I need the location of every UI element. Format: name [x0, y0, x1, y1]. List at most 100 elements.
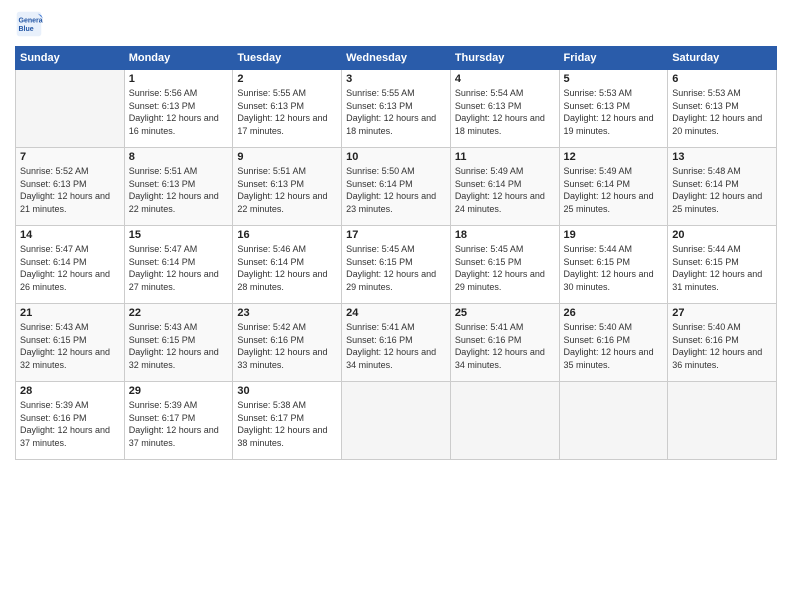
calendar-week-row: 14 Sunrise: 5:47 AMSunset: 6:14 PMDayligh… [16, 226, 777, 304]
calendar-week-row: 1 Sunrise: 5:56 AMSunset: 6:13 PMDaylight… [16, 70, 777, 148]
cell-info: Sunrise: 5:45 AMSunset: 6:15 PMDaylight:… [455, 243, 555, 293]
day-number: 10 [346, 151, 446, 163]
cell-info: Sunrise: 5:39 AMSunset: 6:16 PMDaylight:… [20, 399, 120, 449]
cell-info: Sunrise: 5:53 AMSunset: 6:13 PMDaylight:… [672, 87, 772, 137]
cell-info: Sunrise: 5:50 AMSunset: 6:14 PMDaylight:… [346, 165, 446, 215]
day-number: 24 [346, 307, 446, 319]
cell-info: Sunrise: 5:47 AMSunset: 6:14 PMDaylight:… [20, 243, 120, 293]
calendar-cell [559, 382, 668, 460]
calendar-cell: 22 Sunrise: 5:43 AMSunset: 6:15 PMDayligh… [124, 304, 233, 382]
cell-info: Sunrise: 5:44 AMSunset: 6:15 PMDaylight:… [672, 243, 772, 293]
calendar-cell: 3 Sunrise: 5:55 AMSunset: 6:13 PMDaylight… [342, 70, 451, 148]
calendar-cell: 8 Sunrise: 5:51 AMSunset: 6:13 PMDaylight… [124, 148, 233, 226]
day-number: 16 [237, 229, 337, 241]
calendar-cell: 16Sunrise: 5:46 AMSunset: 6:14 PMDayligh… [233, 226, 342, 304]
calendar-cell: 21 Sunrise: 5:43 AMSunset: 6:15 PMDayligh… [16, 304, 125, 382]
day-number: 19 [564, 229, 664, 241]
weekday-header: Sunday [16, 47, 125, 70]
page: General Blue SundayMondayTuesdayWednesda… [0, 0, 792, 612]
weekday-header: Saturday [668, 47, 777, 70]
day-number: 17 [346, 229, 446, 241]
day-number: 15 [129, 229, 229, 241]
cell-info: Sunrise: 5:48 AMSunset: 6:14 PMDaylight:… [672, 165, 772, 215]
header: General Blue [15, 10, 777, 38]
day-number: 4 [455, 73, 555, 85]
cell-info: Sunrise: 5:44 AMSunset: 6:15 PMDaylight:… [564, 243, 664, 293]
cell-info: Sunrise: 5:47 AMSunset: 6:14 PMDaylight:… [129, 243, 229, 293]
day-number: 5 [564, 73, 664, 85]
cell-info: Sunrise: 5:53 AMSunset: 6:13 PMDaylight:… [564, 87, 664, 137]
calendar-cell: 4 Sunrise: 5:54 AMSunset: 6:13 PMDaylight… [450, 70, 559, 148]
day-number: 22 [129, 307, 229, 319]
day-number: 21 [20, 307, 120, 319]
calendar-cell: 1 Sunrise: 5:56 AMSunset: 6:13 PMDaylight… [124, 70, 233, 148]
day-number: 2 [237, 73, 337, 85]
calendar-cell: 17Sunrise: 5:45 AMSunset: 6:15 PMDayligh… [342, 226, 451, 304]
calendar-cell: 10 Sunrise: 5:50 AMSunset: 6:14 PMDayligh… [342, 148, 451, 226]
calendar-table: SundayMondayTuesdayWednesdayThursdayFrid… [15, 46, 777, 460]
calendar-cell [342, 382, 451, 460]
day-number: 13 [672, 151, 772, 163]
calendar-cell: 30 Sunrise: 5:38 AMSunset: 6:17 PMDayligh… [233, 382, 342, 460]
day-number: 20 [672, 229, 772, 241]
day-number: 26 [564, 307, 664, 319]
weekday-header: Monday [124, 47, 233, 70]
day-number: 7 [20, 151, 120, 163]
calendar-cell: 27Sunrise: 5:40 AMSunset: 6:16 PMDayligh… [668, 304, 777, 382]
svg-text:General: General [19, 17, 44, 24]
day-number: 12 [564, 151, 664, 163]
calendar-week-row: 21 Sunrise: 5:43 AMSunset: 6:15 PMDayligh… [16, 304, 777, 382]
calendar-cell: 29 Sunrise: 5:39 AMSunset: 6:17 PMDayligh… [124, 382, 233, 460]
calendar-cell: 15 Sunrise: 5:47 AMSunset: 6:14 PMDayligh… [124, 226, 233, 304]
calendar-cell: 18 Sunrise: 5:45 AMSunset: 6:15 PMDayligh… [450, 226, 559, 304]
cell-info: Sunrise: 5:42 AMSunset: 6:16 PMDaylight:… [237, 321, 337, 371]
day-number: 30 [237, 385, 337, 397]
day-number: 9 [237, 151, 337, 163]
calendar-cell: 25Sunrise: 5:41 AMSunset: 6:16 PMDayligh… [450, 304, 559, 382]
calendar-cell: 23 Sunrise: 5:42 AMSunset: 6:16 PMDayligh… [233, 304, 342, 382]
calendar-cell [450, 382, 559, 460]
cell-info: Sunrise: 5:51 AMSunset: 6:13 PMDaylight:… [129, 165, 229, 215]
calendar-cell: 5 Sunrise: 5:53 AMSunset: 6:13 PMDaylight… [559, 70, 668, 148]
cell-info: Sunrise: 5:55 AMSunset: 6:13 PMDaylight:… [346, 87, 446, 137]
weekday-header: Friday [559, 47, 668, 70]
logo-icon: General Blue [15, 10, 43, 38]
day-number: 8 [129, 151, 229, 163]
logo: General Blue [15, 10, 47, 38]
calendar-cell: 2Sunrise: 5:55 AMSunset: 6:13 PMDaylight… [233, 70, 342, 148]
calendar-cell: 26Sunrise: 5:40 AMSunset: 6:16 PMDayligh… [559, 304, 668, 382]
calendar-header: SundayMondayTuesdayWednesdayThursdayFrid… [16, 47, 777, 70]
cell-info: Sunrise: 5:51 AMSunset: 6:13 PMDaylight:… [237, 165, 337, 215]
cell-info: Sunrise: 5:52 AMSunset: 6:13 PMDaylight:… [20, 165, 120, 215]
calendar-cell: 14 Sunrise: 5:47 AMSunset: 6:14 PMDayligh… [16, 226, 125, 304]
day-number: 3 [346, 73, 446, 85]
cell-info: Sunrise: 5:49 AMSunset: 6:14 PMDaylight:… [455, 165, 555, 215]
cell-info: Sunrise: 5:40 AMSunset: 6:16 PMDaylight:… [672, 321, 772, 371]
calendar-cell [16, 70, 125, 148]
cell-info: Sunrise: 5:43 AMSunset: 6:15 PMDaylight:… [20, 321, 120, 371]
calendar-cell: 24 Sunrise: 5:41 AMSunset: 6:16 PMDayligh… [342, 304, 451, 382]
cell-info: Sunrise: 5:41 AMSunset: 6:16 PMDaylight:… [455, 321, 555, 371]
calendar-cell: 28Sunrise: 5:39 AMSunset: 6:16 PMDayligh… [16, 382, 125, 460]
day-number: 23 [237, 307, 337, 319]
calendar-week-row: 7 Sunrise: 5:52 AMSunset: 6:13 PMDaylight… [16, 148, 777, 226]
calendar-cell: 6 Sunrise: 5:53 AMSunset: 6:13 PMDaylight… [668, 70, 777, 148]
cell-info: Sunrise: 5:56 AMSunset: 6:13 PMDaylight:… [129, 87, 229, 137]
cell-info: Sunrise: 5:41 AMSunset: 6:16 PMDaylight:… [346, 321, 446, 371]
weekday-header: Wednesday [342, 47, 451, 70]
calendar-cell: 20 Sunrise: 5:44 AMSunset: 6:15 PMDayligh… [668, 226, 777, 304]
day-number: 6 [672, 73, 772, 85]
cell-info: Sunrise: 5:38 AMSunset: 6:17 PMDaylight:… [237, 399, 337, 449]
cell-info: Sunrise: 5:43 AMSunset: 6:15 PMDaylight:… [129, 321, 229, 371]
day-number: 14 [20, 229, 120, 241]
calendar-cell [668, 382, 777, 460]
day-number: 11 [455, 151, 555, 163]
weekday-row: SundayMondayTuesdayWednesdayThursdayFrid… [16, 47, 777, 70]
day-number: 1 [129, 73, 229, 85]
svg-text:Blue: Blue [19, 26, 34, 33]
day-number: 18 [455, 229, 555, 241]
weekday-header: Tuesday [233, 47, 342, 70]
cell-info: Sunrise: 5:54 AMSunset: 6:13 PMDaylight:… [455, 87, 555, 137]
cell-info: Sunrise: 5:39 AMSunset: 6:17 PMDaylight:… [129, 399, 229, 449]
day-number: 29 [129, 385, 229, 397]
